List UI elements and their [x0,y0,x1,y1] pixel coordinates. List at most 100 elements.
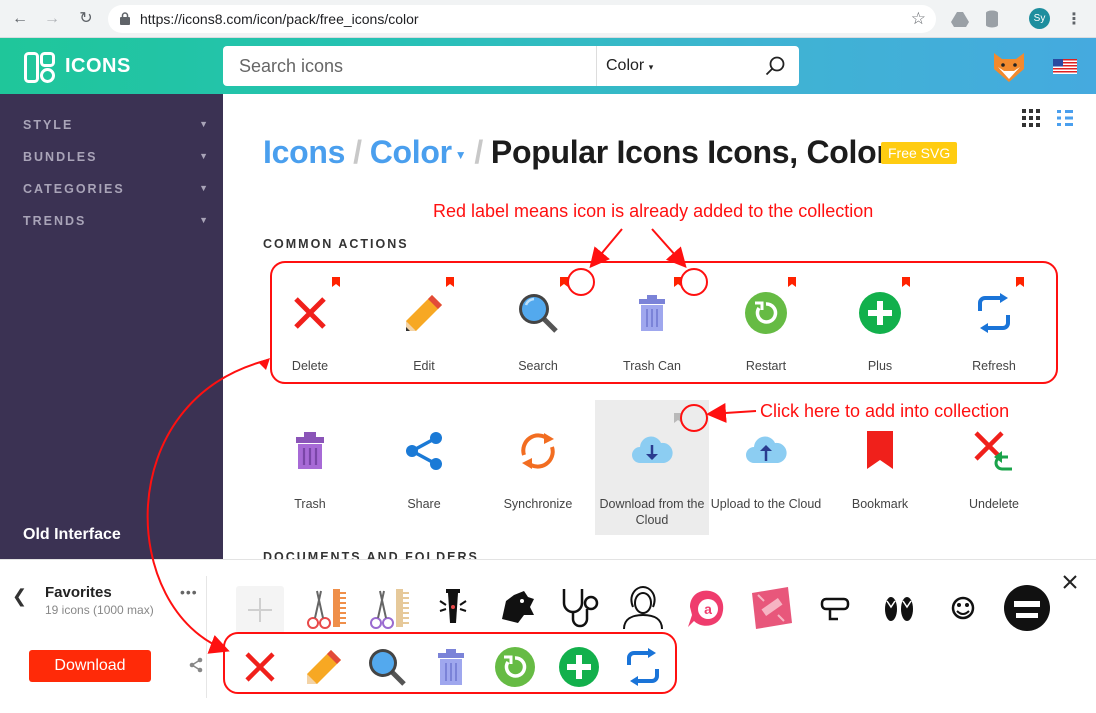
cloud-download-icon [632,436,673,463]
caret-down-icon[interactable]: ▼ [455,148,467,162]
collection-bookmark-icon[interactable] [332,277,340,287]
profile-avatar[interactable]: Sy [1029,8,1050,29]
download-button[interactable]: Download [29,650,151,682]
avast-logo-icon[interactable]: a [684,585,730,631]
style-select[interactable]: Color ▾ [606,57,653,75]
refresh-icon[interactable] [622,646,664,688]
grid-view-icon[interactable] [1021,108,1041,128]
sidebar-item-categories[interactable]: CATEGORIES ▼ [23,182,208,196]
magnifier-icon [519,294,558,333]
trash-can-icon[interactable] [430,646,472,688]
ruler-badge-icon[interactable] [748,585,794,631]
database-icon[interactable] [982,9,1002,29]
back-icon[interactable]: ← [10,9,30,29]
sync-icon [521,433,555,469]
collection-bookmark-icon[interactable] [560,277,568,287]
restart-icon[interactable] [494,646,536,688]
icon-cell-upload-cloud[interactable]: Upload to the Cloud [709,404,823,539]
icon-label: Share [407,497,441,511]
collection-bookmark-icon[interactable] [446,277,454,287]
stethoscope-icon[interactable] [556,585,602,631]
icon-cell-trash[interactable]: Trash [253,404,367,539]
sidebar-item-trends[interactable]: TRENDS ▼ [23,214,208,228]
search-icon[interactable] [764,55,786,77]
icon-cell-download-cloud[interactable]: Download from the Cloud [595,400,709,535]
breadcrumb-style-link[interactable]: Color [370,134,452,170]
snorkel-mask-icon[interactable] [812,585,858,631]
masked-face-icon[interactable] [1002,583,1052,633]
browser-menu-icon[interactable]: ⋮ [1066,9,1082,29]
woman-avatar-icon[interactable] [620,585,666,631]
page-title: Popular Icons Icons, Color [490,134,889,170]
add-icon-placeholder[interactable] [236,586,284,634]
delete-icon[interactable] [239,646,281,688]
icon-label: Search [518,359,558,373]
icon-cell-restart[interactable]: Restart [709,266,823,401]
chevron-down-icon: ▼ [199,119,208,129]
icon-cell-edit[interactable]: Edit [367,266,481,401]
search-input[interactable] [223,46,596,86]
sidebar-item-bundles[interactable]: BUNDLES ▼ [23,150,208,164]
collection-bookmark-icon[interactable] [788,277,796,287]
magnifier-icon[interactable] [366,646,408,688]
collection-bookmark-icon[interactable] [902,277,910,287]
drive-icon[interactable] [950,9,970,29]
icon-cell-bookmark[interactable]: Bookmark [823,404,937,539]
free-svg-badge[interactable]: Free SVG [881,142,958,164]
icon-cell-delete[interactable]: Delete [253,266,367,401]
collection-bookmark-icon[interactable] [674,413,682,423]
search-box: Color ▾ [223,46,799,86]
icon-cell-search[interactable]: Search [481,266,595,401]
chevron-left-icon[interactable]: ❮ [12,586,27,607]
lock-icon [120,12,130,25]
svg-text:a: a [704,601,712,617]
us-flag-icon[interactable] [1053,59,1077,74]
icon-cell-synchronize[interactable]: Synchronize [481,404,595,539]
collection-bookmark-icon[interactable] [1016,277,1024,287]
collection-bookmark-icon[interactable] [674,277,682,287]
scissors-comb-alt-icon[interactable] [368,585,414,631]
flip-flops-icon[interactable] [876,585,922,631]
scissors-comb-icon[interactable] [305,585,351,631]
forward-icon[interactable]: → [42,9,62,29]
site-header: ICONS Color ▾ [0,38,1096,94]
pencil-icon [406,295,442,331]
icon-label: Download from the Cloud [599,497,705,527]
favorites-count: 19 icons (1000 max) [45,603,154,617]
smiley-face-icon[interactable] [940,585,986,631]
dragon-head-icon[interactable] [494,585,540,631]
plus-icon [248,598,272,622]
share-icon[interactable] [188,657,204,673]
hair-clipper-icon[interactable] [430,585,476,631]
icons8-logo-icon[interactable] [24,52,55,83]
sidebar-item-style[interactable]: STYLE ▼ [23,118,208,132]
icon-cell-undelete[interactable]: Undelete [937,404,1051,539]
pencil-icon[interactable] [303,646,345,688]
icon-cell-share[interactable]: Share [367,404,481,539]
icon-cell-trash-can[interactable]: Trash Can [595,266,709,401]
close-icon[interactable] [1060,572,1080,592]
old-interface-link[interactable]: Old Interface [23,526,121,544]
plus-icon [859,292,901,334]
breadcrumb-icons-link[interactable]: Icons [263,134,345,170]
annotation-red-label-note: Red label means icon is already added to… [433,201,874,221]
icon-cell-plus[interactable]: Plus [823,266,937,401]
chevron-down-icon: ▼ [199,183,208,193]
address-bar[interactable]: https://icons8.com/icon/pack/free_icons/… [108,5,936,33]
share-icon [406,432,442,470]
icon-label: Undelete [968,497,1020,511]
breadcrumb: Icons / Color ▼ / Popular Icons Icons, Color [263,134,889,170]
logo-text[interactable]: ICONS [65,55,131,78]
icon-cell-refresh[interactable]: Refresh [937,266,1051,401]
favorites-title[interactable]: Favorites [45,584,112,601]
favorites-divider [206,576,207,698]
list-view-icon[interactable] [1055,108,1075,128]
bookmark-star-icon[interactable]: ☆ [911,9,926,29]
reload-icon[interactable]: ↻ [76,9,96,29]
plus-icon[interactable] [558,646,600,688]
icon-label: Delete [291,359,329,373]
icon-label: Refresh [972,359,1016,373]
favorites-panel: ❮ Favorites 19 icons (1000 max) ••• Down… [0,559,1096,713]
more-options-icon[interactable]: ••• [180,584,198,600]
fox-avatar-icon[interactable] [992,51,1026,83]
